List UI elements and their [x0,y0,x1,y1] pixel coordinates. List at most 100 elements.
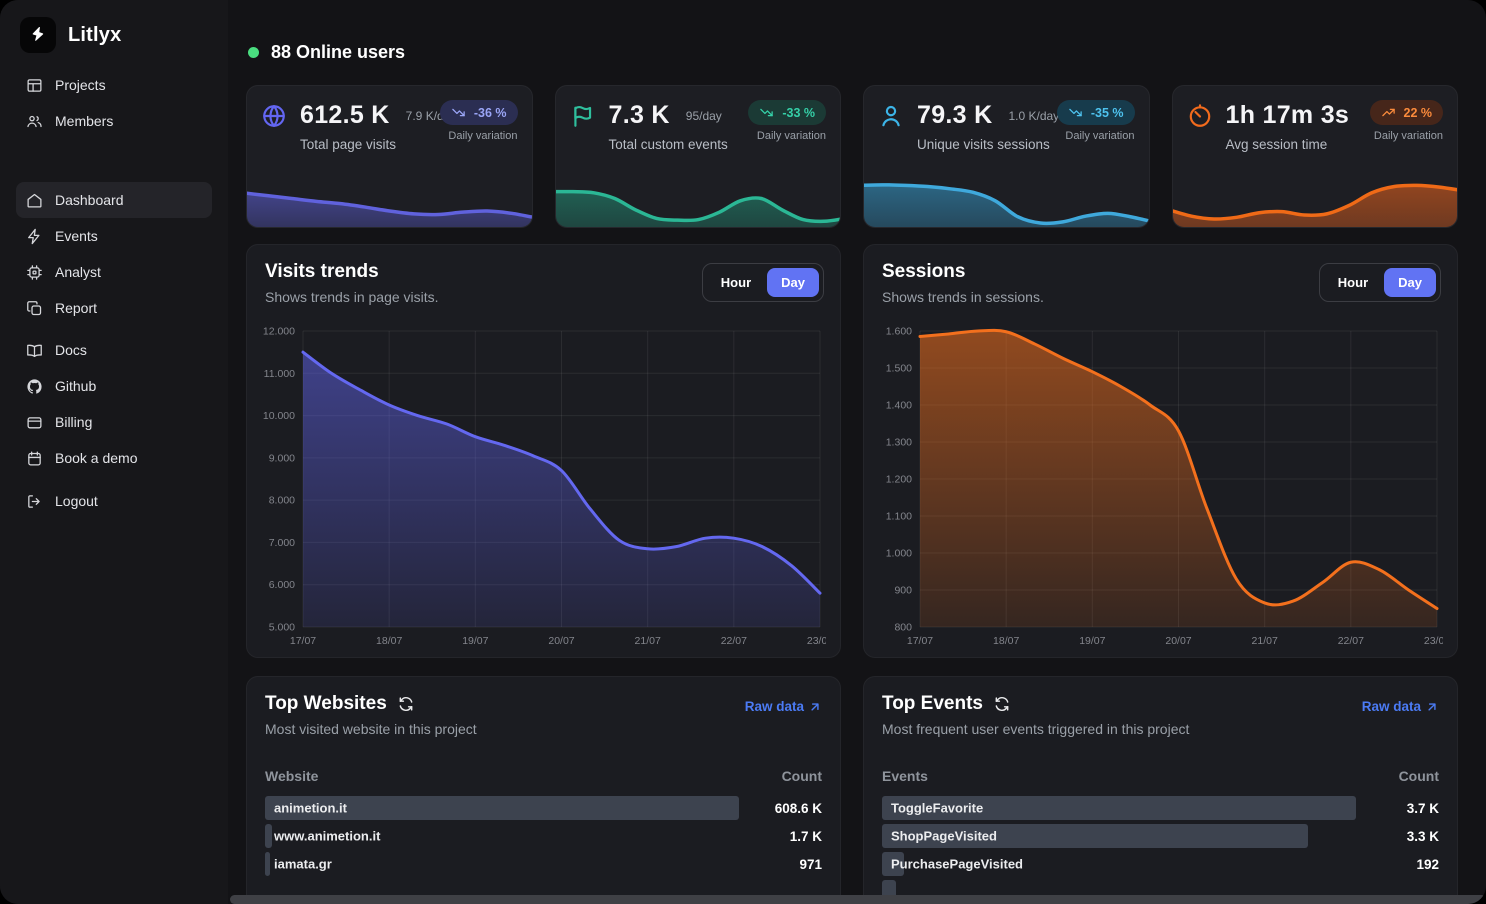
sidebar-item-logout[interactable]: Logout [16,483,212,519]
svg-text:800: 800 [894,622,912,634]
variation-value: 22 % [1404,106,1433,120]
svg-text:900: 900 [894,585,912,597]
stat-rate: 1.0 K/day [1008,109,1059,123]
sessions-chart: 1.6001.5001.4001.3001.2001.1001.00090080… [874,323,1443,649]
count-bar [265,852,270,876]
raw-data-link[interactable]: Raw data [1362,699,1439,714]
table-row-animetion-it[interactable]: animetion.it 608.6 K [265,796,822,820]
panel-title: Top Events [882,693,983,715]
variation-badge: -33 % [748,100,826,125]
bar-cell: www.animetion.it [265,824,744,848]
globe-icon [261,103,287,129]
sidebar-item-docs[interactable]: Docs [16,332,212,368]
variation-caption: Daily variation [748,130,826,142]
logout-icon [26,493,43,510]
row-label: iamata.gr [274,857,332,872]
sidebar-item-dashboard[interactable]: Dashboard [16,182,212,218]
online-dot [248,47,259,58]
trend_down-icon [759,105,774,120]
visits-interval-toggle: Hour Day [702,263,824,302]
refresh-icon[interactable] [398,696,414,712]
panel-subtitle: Most frequent user events triggered in t… [882,721,1439,737]
table-row-shoppagevisited[interactable]: ShopPageVisited 3.3 K [882,824,1439,848]
sidebar-item-label: Logout [55,493,98,509]
row-label: ShopPageVisited [891,829,997,844]
websites-rows: animetion.it 608.6 K www.animetion.it 1.… [265,796,822,876]
visits-trends-chart: 12.00011.00010.0009.0008.0007.0006.0005.… [257,323,826,649]
raw-data-link[interactable]: Raw data [745,699,822,714]
daily-variation: -36 % Daily variation [440,100,518,142]
table-row-purchasepagevisited[interactable]: PurchasePageVisited 192 [882,852,1439,876]
svg-text:22/07: 22/07 [1338,635,1364,647]
svg-text:6.000: 6.000 [269,579,295,591]
bar-cell: PurchasePageVisited [882,852,1361,876]
svg-text:19/07: 19/07 [462,635,488,647]
svg-text:17/07: 17/07 [907,635,933,647]
table-row-togglefavorite[interactable]: ToggleFavorite 3.7 K [882,796,1439,820]
svg-text:20/07: 20/07 [548,635,574,647]
sidebar-item-label: Report [55,300,97,316]
table-column-headers: Events Count [882,768,1439,784]
arrow-up-right-icon [808,700,822,714]
daily-variation: 22 % Daily variation [1370,100,1444,142]
day-toggle-button[interactable]: Day [767,268,819,297]
table-row-iamata-gr[interactable]: iamata.gr 971 [265,852,822,876]
table-row-www-animetion-it[interactable]: www.animetion.it 1.7 K [265,824,822,848]
svg-text:18/07: 18/07 [993,635,1019,647]
variation-value: -33 % [782,106,815,120]
online-users-text: 88 Online users [271,42,405,63]
horizontal-scrollbar[interactable] [230,895,1486,904]
hour-toggle-button[interactable]: Hour [1324,268,1382,297]
sidebar-item-projects[interactable]: Projects [16,67,212,103]
bar-cell: animetion.it [265,796,744,820]
trend_down-icon [1068,105,1083,120]
flag-icon [570,103,596,129]
members-icon [26,113,43,130]
sidebar-item-events[interactable]: Events [16,218,212,254]
row-label: ToggleFavorite [891,801,983,816]
calendar-icon [26,450,43,467]
svg-text:23/07: 23/07 [807,635,826,647]
row-count: 3.3 K [1361,829,1439,844]
stat-card-unique-visits-sessions: 79.3 K1.0 K/day Unique visits sessions -… [863,85,1150,228]
analyst-icon [26,264,43,281]
bar-cell: ShopPageVisited [882,824,1361,848]
sidebar: Litlyx Projects Members DashboardEvents Ana… [0,0,228,904]
svg-text:1.500: 1.500 [886,363,912,375]
refresh-icon[interactable] [994,696,1010,712]
svg-text:22/07: 22/07 [721,635,747,647]
sidebar-item-book-a-demo[interactable]: Book a demo [16,440,212,476]
sidebar-section: Docs Github BillingBook a demo [16,332,212,476]
litlyx-logo-icon [20,17,56,53]
timer-icon [1187,103,1213,129]
stat-card-total-custom-events: 7.3 K95/day Total custom events -33 % Da… [555,85,842,228]
dashboard-icon [26,192,43,209]
row-count: 608.6 K [744,801,822,816]
trend_up-icon [1381,105,1396,120]
sidebar-item-members[interactable]: Members [16,103,212,139]
sidebar-item-label: Projects [55,77,106,93]
sidebar-item-report[interactable]: Report [16,290,212,326]
variation-badge: -36 % [440,100,518,125]
svg-text:1.000: 1.000 [886,548,912,560]
logo[interactable]: Litlyx [16,17,212,53]
svg-text:1.300: 1.300 [886,437,912,449]
sidebar-section: Logout [16,483,212,519]
hour-toggle-button[interactable]: Hour [707,268,765,297]
stat-cards-row: 612.5 K7.9 K/day Total page visits -36 %… [246,85,1458,228]
sidebar-item-analyst[interactable]: Analyst [16,254,212,290]
sidebar-item-label: Analyst [55,264,101,280]
sidebar-item-billing[interactable]: Billing [16,404,212,440]
sidebar-item-github[interactable]: Github [16,368,212,404]
flag-icon [570,103,596,129]
globe-icon [261,103,287,129]
visits-trends-panel: Visits trends Shows trends in page visit… [246,244,841,658]
day-toggle-button[interactable]: Day [1384,268,1436,297]
sidebar-section: DashboardEvents Analyst Report [16,182,212,326]
panel-subtitle: Most visited website in this project [265,721,822,737]
trend_down-icon [451,105,466,120]
sidebar-item-label: Github [55,378,96,394]
variation-caption: Daily variation [1057,130,1135,142]
docs-icon [26,342,43,359]
stat-value: 1h 17m 3s [1226,101,1350,130]
